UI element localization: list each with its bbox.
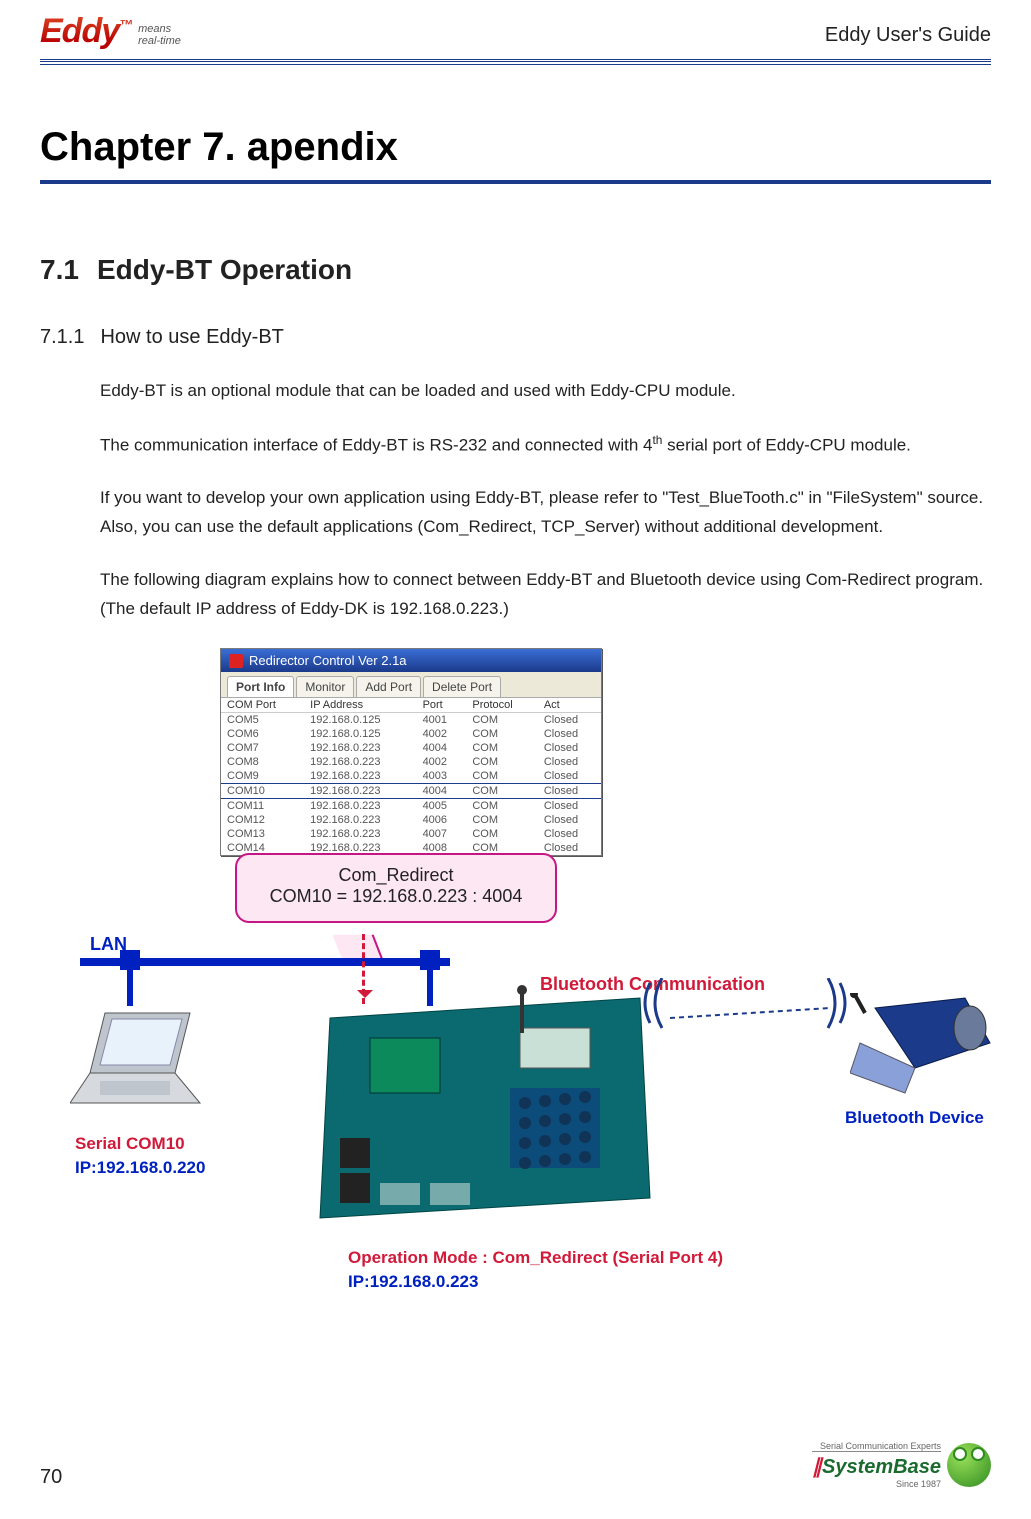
laptop-icon (70, 1003, 210, 1123)
section-title: Eddy-BT Operation (97, 254, 352, 285)
frog-mascot-icon (947, 1443, 991, 1487)
tab-delete-port[interactable]: Delete Port (423, 676, 501, 697)
table-header-row: COM Port IP Address Port Protocol Act (221, 698, 601, 713)
serial-com-label: Serial COM10 (75, 1134, 185, 1154)
chapter-heading: Chapter 7. apendix (40, 125, 991, 170)
app-icon (229, 654, 243, 668)
lan-drop-line (127, 966, 133, 1006)
table-row[interactable]: COM6192.168.0.1254002COMClosed (221, 727, 601, 741)
table-row[interactable]: COM7192.168.0.2234004COMClosed (221, 741, 601, 755)
header-divider (40, 64, 991, 65)
table-row-selected[interactable]: COM10192.168.0.2234004COMClosed (221, 784, 601, 799)
subsection-title: How to use Eddy-BT (100, 326, 283, 348)
bluetooth-device-label: Bluetooth Device (845, 1108, 984, 1128)
tab-port-info[interactable]: Port Info (227, 676, 294, 697)
document-title: Eddy User's Guide (825, 24, 991, 51)
redirector-tabs: Port InfoMonitorAdd PortDelete Port (221, 672, 601, 698)
company-since: Since 1987 (812, 1479, 941, 1489)
redirector-table: COM Port IP Address Port Protocol Act CO… (221, 698, 601, 855)
section-number: 7.1 (40, 254, 79, 285)
company-logo: Serial Communication Experts ∥SystemBase… (812, 1441, 991, 1489)
connection-diagram: Redirector Control Ver 2.1a Port InfoMon… (80, 648, 1000, 1368)
logo-tagline: meansreal-time (138, 23, 181, 51)
redirector-window: Redirector Control Ver 2.1a Port InfoMon… (220, 648, 602, 856)
laptop-ip-label: IP:192.168.0.220 (75, 1158, 205, 1178)
board-ip-label: IP:192.168.0.223 (348, 1272, 478, 1292)
company-name: SystemBase (822, 1456, 941, 1478)
paragraph-3: If you want to develop your own applicat… (100, 484, 991, 542)
table-row[interactable]: COM11192.168.0.2234005COMClosed (221, 799, 601, 814)
page-header: Eddy™ meansreal-time Eddy User's Guide (40, 0, 991, 62)
antenna-icon (520, 993, 524, 1033)
subsection-number: 7.1.1 (40, 326, 84, 348)
paragraph-1: Eddy-BT is an optional module that can b… (100, 377, 991, 406)
page-footer: 70 Serial Communication Experts ∥SystemB… (40, 1441, 991, 1489)
com-redirect-callout: Com_Redirect COM10 = 192.168.0.223 : 400… (235, 853, 557, 923)
table-row[interactable]: COM13192.168.0.2234007COMClosed (221, 827, 601, 841)
eddy-dk-board-icon (310, 988, 660, 1238)
product-logo: Eddy™ meansreal-time (40, 12, 181, 51)
paragraph-2: The communication interface of Eddy-BT i… (100, 430, 991, 461)
operation-mode-label: Operation Mode : Com_Redirect (Serial Po… (348, 1248, 723, 1268)
wireless-waves-icon (640, 978, 860, 1068)
table-row[interactable]: COM8192.168.0.2234002COMClosed (221, 755, 601, 769)
tab-monitor[interactable]: Monitor (296, 676, 354, 697)
bluetooth-dongle-icon (850, 993, 1000, 1103)
logo-wordmark: Eddy™ (40, 12, 132, 51)
subsection-heading: 7.1.1 How to use Eddy-BT (40, 326, 991, 349)
table-row[interactable]: COM9192.168.0.2234003COMClosed (221, 769, 601, 784)
paragraph-4: The following diagram explains how to co… (100, 566, 991, 624)
chapter-divider (40, 180, 991, 184)
tab-add-port[interactable]: Add Port (356, 676, 421, 697)
company-tagline: Serial Communication Experts (812, 1441, 941, 1451)
page-number: 70 (40, 1466, 62, 1489)
redirector-titlebar: Redirector Control Ver 2.1a (221, 649, 601, 672)
table-row[interactable]: COM5192.168.0.1254001COMClosed (221, 713, 601, 728)
section-heading: 7.1 Eddy-BT Operation (40, 254, 991, 286)
table-row[interactable]: COM12192.168.0.2234006COMClosed (221, 813, 601, 827)
